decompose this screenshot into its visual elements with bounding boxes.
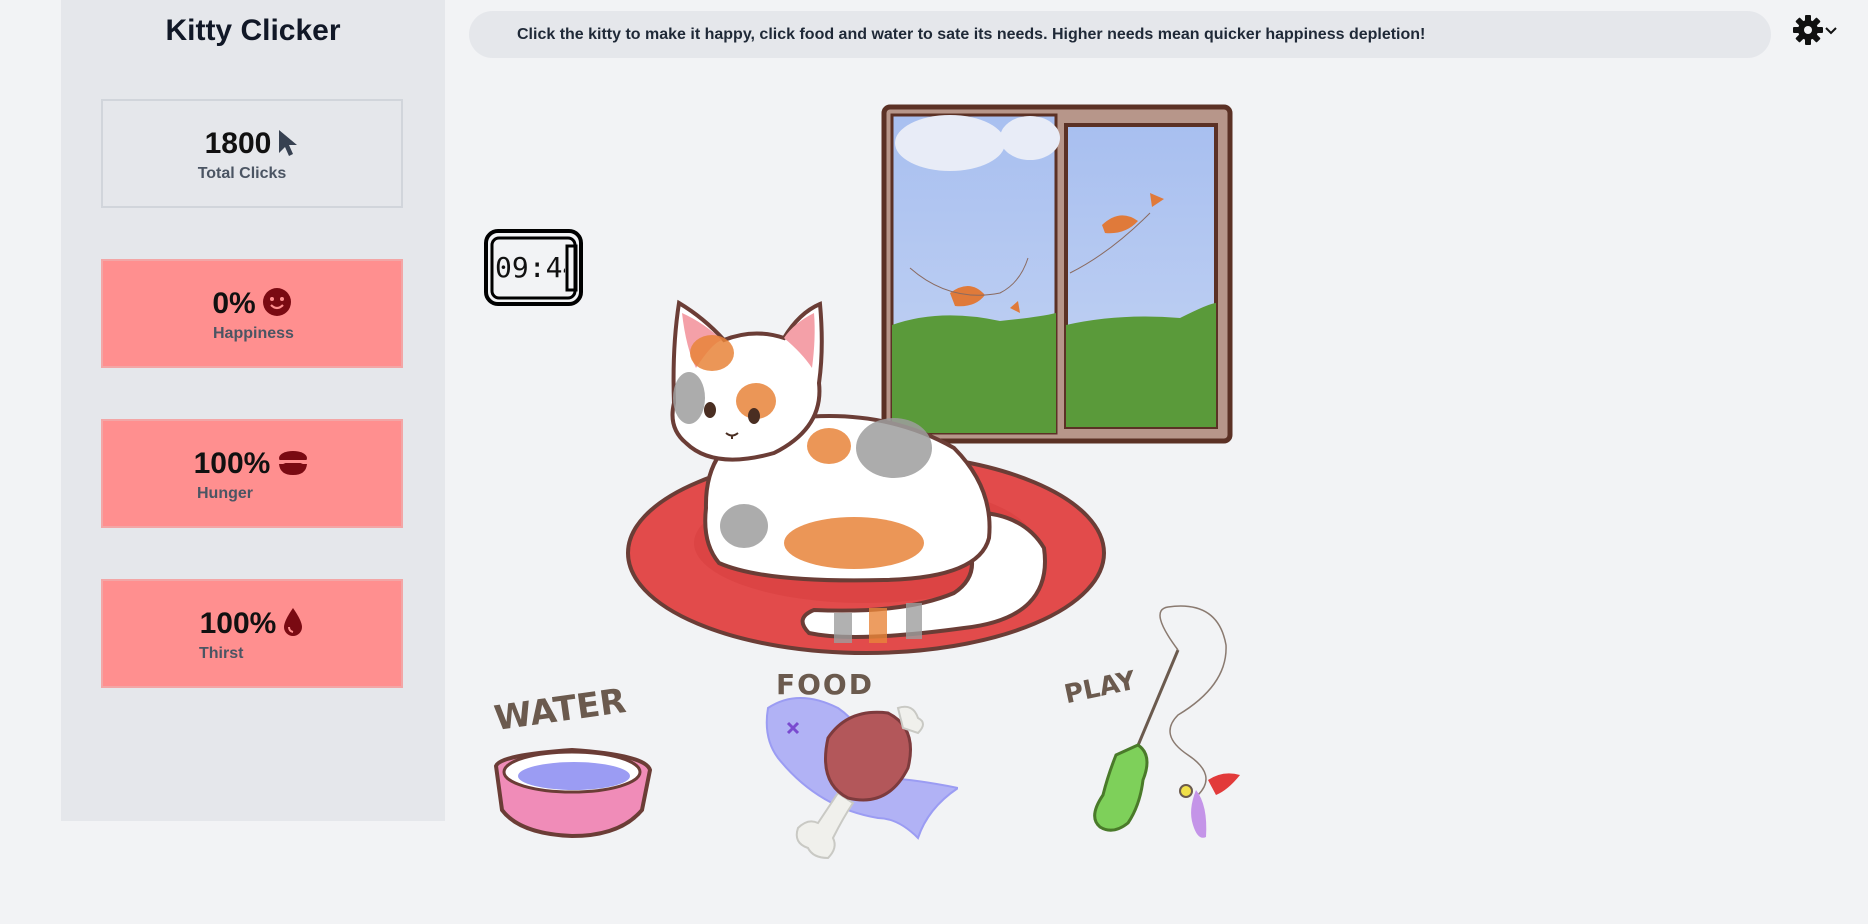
food-bowl-icon bbox=[276, 449, 310, 485]
play-toy[interactable]: PLAY bbox=[1058, 605, 1240, 845]
cursor-icon bbox=[277, 129, 299, 165]
feather-wand-icon bbox=[1093, 605, 1240, 838]
total-clicks-label: Total Clicks bbox=[197, 165, 287, 182]
hunger-label: Hunger bbox=[197, 485, 253, 502]
sidebar: Kitty Clicker 1800 Total Clicks 0% Happi… bbox=[61, 0, 445, 821]
happiness-value-row: 0% bbox=[103, 287, 401, 325]
water-bowl[interactable]: WATER bbox=[490, 681, 656, 840]
food-label: FOOD bbox=[776, 668, 874, 701]
instructions-text: Click the kitty to make it happy, click … bbox=[517, 25, 1426, 43]
happiness-value: 0% bbox=[212, 287, 256, 320]
thirst-label: Thirst bbox=[199, 645, 244, 662]
water-drop-icon bbox=[282, 607, 304, 645]
settings-menu-button[interactable] bbox=[1792, 14, 1842, 50]
kitty[interactable] bbox=[624, 298, 1108, 670]
total-clicks-card: 1800 Total Clicks bbox=[101, 99, 403, 208]
thirst-card: 100% Thirst bbox=[101, 579, 403, 688]
food-bowl[interactable]: FOOD bbox=[758, 668, 961, 874]
app-title: Kitty Clicker bbox=[165, 14, 341, 47]
smile-icon bbox=[262, 287, 292, 325]
thirst-value: 100% bbox=[199, 607, 277, 640]
hunger-card: 100% Hunger bbox=[101, 419, 403, 528]
thirst-value-row: 100% bbox=[103, 607, 401, 645]
total-clicks-value-row: 1800 bbox=[103, 127, 401, 165]
total-clicks-value: 1800 bbox=[204, 127, 272, 160]
hunger-value-row: 100% bbox=[103, 447, 401, 485]
gear-icon bbox=[1792, 14, 1824, 51]
happiness-label: Happiness bbox=[213, 325, 294, 342]
clock: 09:44 bbox=[483, 228, 584, 307]
instructions-banner: Click the kitty to make it happy, click … bbox=[469, 11, 1771, 58]
happiness-card: 0% Happiness bbox=[101, 259, 403, 368]
hunger-value: 100% bbox=[193, 447, 271, 480]
clock-time: 09:44 bbox=[495, 251, 565, 284]
chevron-down-icon bbox=[1824, 23, 1838, 41]
